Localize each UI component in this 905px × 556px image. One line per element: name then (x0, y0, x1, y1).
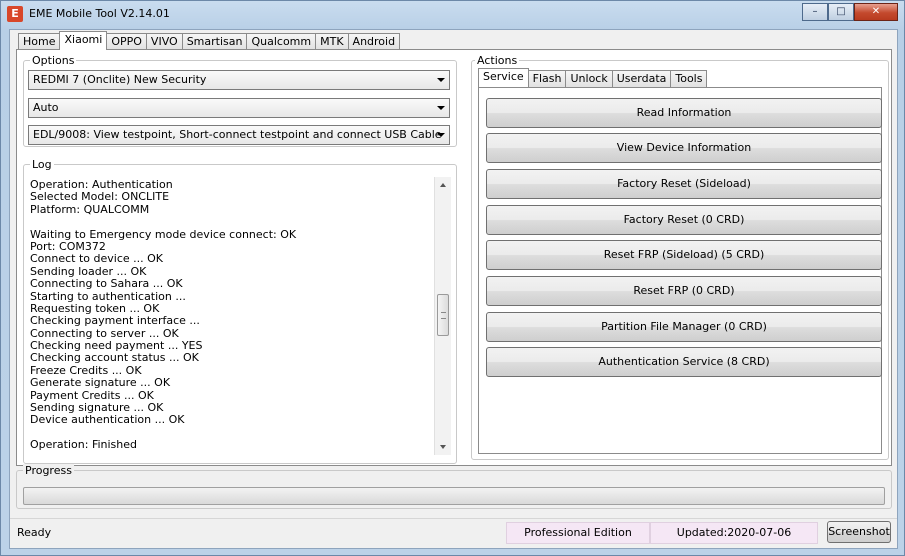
log-group: Log Operation: Authentication Selected M… (23, 158, 457, 464)
tab-xiaomi[interactable]: Xiaomi (59, 31, 108, 50)
tab-tools[interactable]: Tools (670, 70, 708, 87)
log-textarea[interactable]: Operation: Authentication Selected Model… (30, 178, 454, 459)
xiaomi-panel: Options REDMI 7 (Onclite) New Security A… (16, 49, 892, 466)
tab-vivo[interactable]: VIVO (145, 33, 183, 50)
reset-frp-sideload-button[interactable]: Reset FRP (Sideload) (5 CRD) (486, 240, 882, 270)
log-line: Device authentication ... OK (30, 413, 185, 427)
tab-mtk[interactable]: MTK (315, 33, 349, 50)
mode-select[interactable]: Auto (28, 98, 450, 118)
view-device-information-button[interactable]: View Device Information (486, 133, 882, 163)
screenshot-button[interactable]: Screenshot (827, 521, 891, 543)
app-window: E EME Mobile Tool V2.14.01 – □ ✕ Home Xi… (0, 0, 905, 556)
updated-date: Updated:2020-07-06 (650, 522, 818, 544)
reset-frp-button[interactable]: Reset FRP (0 CRD) (486, 276, 882, 306)
partition-file-manager-button[interactable]: Partition File Manager (0 CRD) (486, 312, 882, 342)
tab-qualcomm[interactable]: Qualcomm (246, 33, 317, 50)
edition-badge: Professional Edition (506, 522, 650, 544)
chevron-down-icon (437, 133, 445, 137)
progress-bar (23, 487, 885, 505)
method-select[interactable]: EDL/9008: View testpoint, Short-connect … (28, 125, 450, 145)
app-logo-icon: E (7, 6, 23, 22)
client-area: Home Xiaomi OPPO VIVO Smartisan Qualcomm… (9, 29, 898, 549)
log-line: Connecting to Sahara ... OK (30, 277, 183, 291)
tab-userdata[interactable]: Userdata (611, 70, 672, 87)
actions-tab-strip: Service Flash Unlock Userdata Tools (478, 68, 708, 87)
model-select[interactable]: REDMI 7 (Onclite) New Security (28, 70, 450, 90)
window-controls: – □ ✕ (802, 3, 898, 21)
factory-reset-button[interactable]: Factory Reset (0 CRD) (486, 205, 882, 235)
options-group: Options REDMI 7 (Onclite) New Security A… (23, 54, 457, 147)
actions-group-title: Actions (475, 54, 520, 67)
status-text: Ready (17, 526, 52, 539)
main-tab-strip: Home Xiaomi OPPO VIVO Smartisan Qualcomm… (18, 31, 401, 50)
progress-group: Progress (16, 464, 892, 509)
read-information-button[interactable]: Read Information (486, 98, 882, 128)
log-line: Platform: QUALCOMM (30, 202, 150, 216)
tab-home[interactable]: Home (18, 33, 61, 50)
log-line: Checking payment interface ... (30, 314, 200, 328)
log-group-title: Log (30, 158, 54, 171)
tab-unlock[interactable]: Unlock (565, 70, 613, 87)
scroll-up-icon[interactable] (440, 183, 446, 187)
service-panel: Read Information View Device Information… (478, 87, 882, 454)
progress-group-title: Progress (23, 464, 74, 477)
window-title: EME Mobile Tool V2.14.01 (29, 7, 170, 20)
log-scrollbar[interactable] (434, 177, 451, 455)
mode-select-value: Auto (33, 101, 59, 114)
log-line: Operation: Finished (30, 438, 138, 452)
actions-group: Actions Service Flash Unlock Userdata To… (471, 54, 889, 460)
method-select-value: EDL/9008: View testpoint, Short-connect … (33, 128, 442, 141)
log-line: Generate signature ... OK (30, 376, 171, 390)
maximize-button[interactable]: □ (828, 3, 854, 21)
log-line: Checking account status ... OK (30, 351, 199, 365)
chevron-down-icon (437, 78, 445, 82)
scroll-thumb[interactable] (437, 294, 449, 336)
tab-android[interactable]: Android (347, 33, 401, 50)
model-select-value: REDMI 7 (Onclite) New Security (33, 73, 207, 86)
log-line: Connect to device ... OK (30, 252, 164, 266)
scroll-down-icon[interactable] (440, 445, 446, 449)
tab-flash[interactable]: Flash (527, 70, 567, 87)
close-button[interactable]: ✕ (854, 3, 898, 21)
factory-reset-sideload-button[interactable]: Factory Reset (Sideload) (486, 169, 882, 199)
authentication-service-button[interactable]: Authentication Service (8 CRD) (486, 347, 882, 377)
title-bar[interactable]: E EME Mobile Tool V2.14.01 – □ ✕ (1, 1, 904, 27)
chevron-down-icon (437, 106, 445, 110)
status-bar: Ready Professional Edition Updated:2020-… (10, 518, 897, 548)
tab-service[interactable]: Service (478, 68, 529, 87)
minimize-button[interactable]: – (802, 3, 828, 21)
tab-oppo[interactable]: OPPO (106, 33, 147, 50)
log-line: Selected Model: ONCLITE (30, 190, 170, 204)
tab-smartisan[interactable]: Smartisan (181, 33, 248, 50)
options-group-title: Options (30, 54, 77, 67)
